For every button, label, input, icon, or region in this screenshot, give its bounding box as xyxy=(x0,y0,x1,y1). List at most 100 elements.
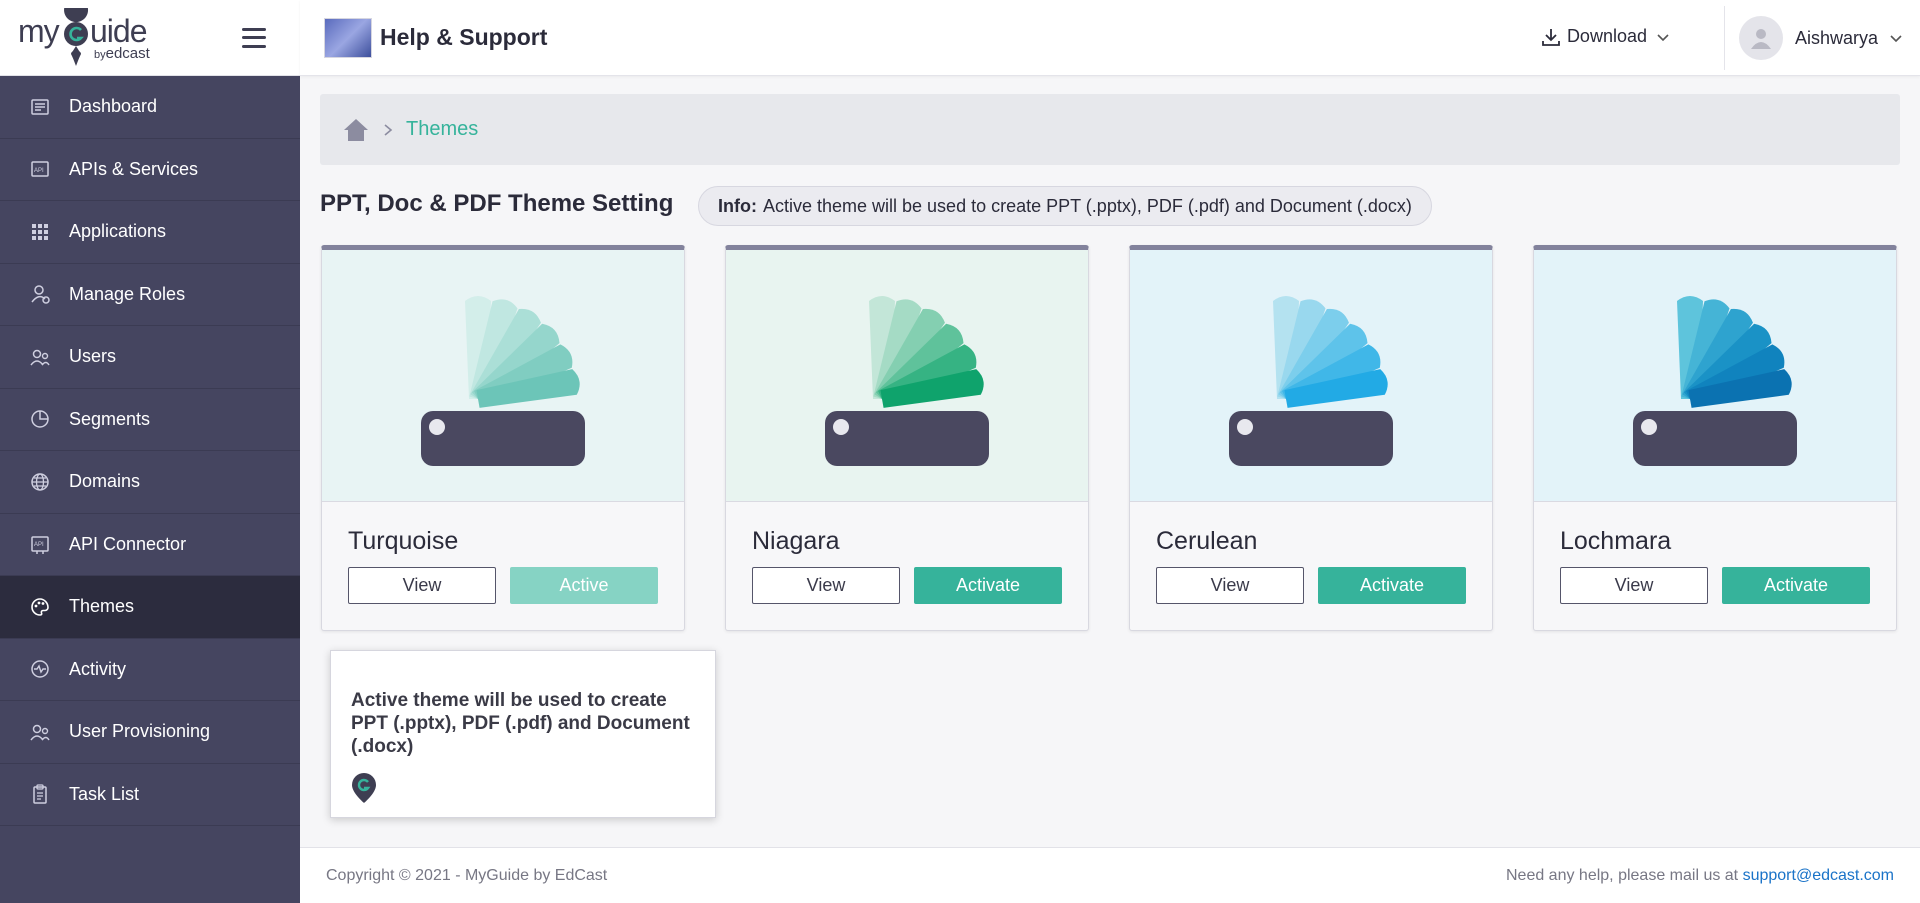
sidebar-item-label: Activity xyxy=(69,658,127,679)
theme-name: Cerulean xyxy=(1156,527,1258,555)
theme-actions: View Activate xyxy=(1560,567,1870,604)
info-text: Active theme will be used to create PPT … xyxy=(762,195,1412,216)
sidebar-item-label: Dashboard xyxy=(69,96,158,117)
users-icon xyxy=(28,345,52,369)
home-icon[interactable] xyxy=(342,117,370,143)
clipboard-icon xyxy=(28,782,52,806)
api-connector-icon: API xyxy=(28,532,52,556)
theme-card-body: Turquoise View Active xyxy=(322,502,684,604)
activate-button[interactable]: Activate xyxy=(1722,567,1870,604)
chevron-right-icon xyxy=(384,123,393,136)
help-text-wrapper: Need any help, please mail us at support… xyxy=(1506,867,1894,885)
sidebar-item-label: Segments xyxy=(69,408,151,429)
view-button[interactable]: View xyxy=(752,567,900,604)
chevron-down-icon xyxy=(1890,35,1902,43)
theme-name: Turquoise xyxy=(348,527,459,555)
help-text: Need any help, please mail us at xyxy=(1505,866,1739,884)
tooltip-text: Active theme will be used to create PPT … xyxy=(351,690,690,757)
sidebar-item-label: Applications xyxy=(69,221,167,242)
theme-preview-icon xyxy=(1130,250,1492,502)
guide-icon[interactable] xyxy=(351,772,695,809)
view-button[interactable]: View xyxy=(348,567,496,604)
sidebar-item-label: Task List xyxy=(69,783,140,804)
svg-text:API: API xyxy=(34,542,44,548)
support-email-link[interactable]: support@edcast.com xyxy=(1743,867,1894,884)
breadcrumb: Themes xyxy=(320,94,1900,165)
users-icon xyxy=(28,720,52,744)
sidebar-item-themes[interactable]: Themes xyxy=(0,576,300,639)
sidebar-item-dashboard[interactable]: Dashboard xyxy=(0,76,300,139)
sidebar-item-task-list[interactable]: Task List xyxy=(0,764,300,826)
theme-card-cerulean: Cerulean View Activate xyxy=(1129,245,1493,631)
section-title: PPT, Doc & PDF Theme Setting xyxy=(320,190,674,217)
top-header: Help & Support Download Aishwarya xyxy=(300,0,1920,76)
user-menu[interactable]: Aishwarya xyxy=(1738,16,1904,60)
api-icon: API xyxy=(28,157,52,181)
page-title: Help & Support xyxy=(380,24,548,50)
theme-card-lochmara: Lochmara View Activate xyxy=(1533,245,1897,631)
sidebar-item-label: Users xyxy=(69,346,117,367)
svg-text:uide: uide xyxy=(90,13,147,49)
svg-text:API: API xyxy=(34,168,44,174)
theme-actions: View Activate xyxy=(752,567,1062,604)
user-avatar-icon xyxy=(1750,29,1771,49)
dashboard-icon xyxy=(28,95,52,119)
hamburger-menu-icon[interactable] xyxy=(242,27,266,48)
myguide-pin-icon xyxy=(352,773,376,803)
theme-preview-icon xyxy=(726,250,1088,502)
theme-name: Lochmara xyxy=(1560,527,1672,555)
grid-icon xyxy=(28,220,52,244)
sidebar-item-segments[interactable]: Segments xyxy=(0,389,300,451)
view-button[interactable]: View xyxy=(1560,567,1708,604)
theme-card-body: Cerulean View Activate xyxy=(1130,502,1492,604)
sidebar-item-activity[interactable]: Activity xyxy=(0,639,300,701)
palette-icon xyxy=(28,595,52,619)
theme-actions: View Activate xyxy=(1156,567,1466,604)
download-button[interactable]: Download xyxy=(1541,26,1677,47)
download-icon xyxy=(1542,28,1560,46)
logo-byline: byedcast xyxy=(94,45,150,62)
myguide-logo[interactable]: my uide byedcast xyxy=(18,7,158,68)
activate-button[interactable]: Activate xyxy=(1318,567,1466,604)
download-label: Download xyxy=(1566,26,1647,46)
theme-card-turquoise: Turquoise View Active xyxy=(321,245,685,631)
sidebar: my uide byedcast Dashboard API APIs & Serv… xyxy=(0,0,300,903)
globe-icon xyxy=(28,470,52,494)
activity-icon xyxy=(28,657,52,681)
theme-card-body: Niagara View Activate xyxy=(726,502,1088,604)
breadcrumb-current[interactable]: Themes xyxy=(406,118,478,141)
sidebar-item-applications[interactable]: Applications xyxy=(0,201,300,264)
user-name: Aishwarya xyxy=(1794,27,1878,48)
roles-icon xyxy=(28,282,52,306)
theme-cards: Turquoise View Active Niagara View Activate Ce… xyxy=(321,245,1897,631)
activate-button[interactable]: Activate xyxy=(914,567,1062,604)
info-pill: Info: Active theme will be used to creat… xyxy=(698,186,1432,226)
sidebar-item-manage-roles[interactable]: Manage Roles xyxy=(0,264,300,326)
chevron-down-icon xyxy=(1657,33,1669,41)
sidebar-item-domains[interactable]: Domains xyxy=(0,451,300,514)
view-button[interactable]: View xyxy=(1156,567,1304,604)
guide-tooltip: Active theme will be used to create PPT … xyxy=(330,650,716,818)
app-logo xyxy=(324,17,372,58)
sidebar-nav: Dashboard API APIs & Services Applications M… xyxy=(0,76,300,826)
sidebar-item-apis-services[interactable]: API APIs & Services xyxy=(0,139,300,201)
sidebar-item-label: APIs & Services xyxy=(69,158,199,179)
sidebar-item-users[interactable]: Users xyxy=(0,326,300,389)
logo-area: my uide byedcast xyxy=(0,0,300,76)
info-label: Info: xyxy=(718,195,757,216)
sidebar-item-label: Manage Roles xyxy=(69,283,186,304)
svg-text:my: my xyxy=(18,13,60,49)
pie-icon xyxy=(28,407,52,431)
theme-actions: View Active xyxy=(348,567,658,604)
copyright-text: Copyright © 2021 - MyGuide by EdCast xyxy=(326,866,608,884)
theme-card-body: Lochmara View Activate xyxy=(1534,502,1896,604)
sidebar-item-user-provisioning[interactable]: User Provisioning xyxy=(0,701,300,764)
theme-name: Niagara xyxy=(752,527,840,555)
sidebar-item-label: Themes xyxy=(69,596,135,617)
avatar xyxy=(1738,16,1783,60)
sidebar-item-label: Domains xyxy=(69,471,141,492)
theme-preview-icon xyxy=(322,250,684,502)
active-button: Active xyxy=(510,567,658,604)
sidebar-item-api-connector[interactable]: API API Connector xyxy=(0,514,300,576)
sidebar-item-label: API Connector xyxy=(69,533,187,554)
